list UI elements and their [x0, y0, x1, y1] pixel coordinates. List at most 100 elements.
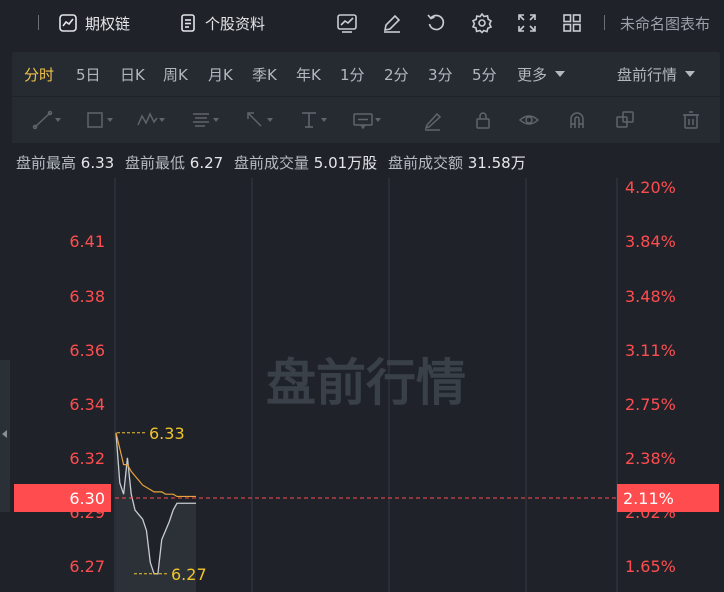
lock-icon [476, 112, 490, 129]
brush-tool[interactable] [422, 108, 458, 132]
period-tab-intraday[interactable]: 分时 [24, 64, 54, 85]
text-tool[interactable] [298, 108, 334, 132]
period-bar: 分时 5日 日K 周K 月K 季K 年K 1分 2分 3分 5分 更多 盘前行情 [12, 52, 720, 96]
percent-tick-label: 3.84% [625, 232, 676, 251]
high-marker-label: 6.33 [149, 424, 185, 443]
chevron-down-icon [267, 118, 273, 122]
grid-layout-icon [563, 14, 581, 32]
price-axis: 6.416.386.366.346.326.296.27 [69, 232, 105, 576]
draw-button[interactable] [380, 11, 404, 35]
toolbar-divider [38, 15, 39, 30]
arrow-icon [247, 112, 262, 127]
premarket-low-value: 6.27 [189, 154, 224, 172]
chevron-down-icon [55, 118, 61, 122]
reset-button[interactable] [424, 11, 448, 35]
premarket-stats: 盘前最高 6.33 盘前最低 6.27 盘前成交量 5.01万股 盘前成交额 3… [16, 152, 532, 173]
premarket-turnover-value: 31.58万 [467, 154, 526, 172]
price-tick-label: 6.34 [69, 395, 105, 414]
period-tab-monthly[interactable]: 月K [208, 64, 233, 85]
chevron-down-icon [321, 118, 327, 122]
annotation-tool[interactable] [352, 108, 388, 132]
rectangle-tool[interactable] [84, 108, 120, 132]
intraday-chart[interactable]: 盘前行情 6.416.386.366.346.326.296.27 4.20%3… [0, 178, 724, 592]
period-tab-3min[interactable]: 3分 [428, 64, 453, 85]
price-tick-label: 6.27 [69, 557, 105, 576]
period-tab-5day[interactable]: 5日 [76, 64, 101, 85]
zigzag-icon [137, 112, 158, 126]
price-note-icon [353, 113, 373, 130]
brush-icon [424, 112, 442, 131]
chevron-down-icon [555, 71, 566, 77]
period-tab-weekly[interactable]: 周K [163, 64, 188, 85]
current-percent-value: 2.11% [623, 489, 674, 508]
chart-watermark: 盘前行情 [266, 354, 466, 412]
chevron-left-icon [2, 430, 7, 438]
chevron-down-icon [685, 71, 696, 77]
drawing-toolbar [12, 97, 720, 143]
period-tab-quarterly[interactable]: 季K [252, 64, 277, 85]
eye-icon [518, 115, 540, 125]
options-chain-button[interactable]: 期权链 [58, 10, 130, 36]
magnet-icon [570, 112, 584, 128]
percent-tick-label: 4.20% [625, 178, 676, 197]
period-tab-yearly[interactable]: 年K [296, 64, 321, 85]
arrow-tool[interactable] [244, 108, 280, 132]
chart-layout-name[interactable]: 未命名图表布 [620, 13, 724, 34]
premarket-high-value: 6.33 [80, 154, 115, 172]
layout-button[interactable] [560, 11, 584, 35]
chevron-down-icon [107, 118, 113, 122]
copy-icon [616, 111, 634, 128]
period-tab-5min[interactable]: 5分 [472, 64, 497, 85]
more-periods-label: 更多 [517, 66, 548, 84]
chevron-down-icon [159, 118, 165, 122]
text-icon [302, 112, 316, 128]
top-toolbar: 期权链 个股资料 未命名图表布 [0, 0, 724, 46]
gear-icon [471, 12, 493, 34]
period-tab-daily[interactable]: 日K [120, 64, 145, 85]
left-panel-toggle[interactable] [0, 360, 10, 512]
rectangle-icon [87, 112, 103, 128]
more-periods-dropdown[interactable]: 更多 [517, 64, 566, 85]
percent-tick-label: 3.48% [625, 287, 676, 306]
delete-tool[interactable] [680, 108, 716, 132]
wave-tool[interactable] [136, 108, 172, 132]
price-tick-label: 6.38 [69, 287, 105, 306]
period-tab-2min[interactable]: 2分 [384, 64, 409, 85]
options-chain-icon [59, 14, 77, 32]
price-tick-label: 6.32 [69, 449, 105, 468]
visibility-tool[interactable] [518, 108, 554, 132]
premarket-high-label: 盘前最高 [16, 154, 77, 172]
refresh-icon [427, 14, 445, 31]
lock-tool[interactable] [472, 108, 508, 132]
premarket-turnover-label: 盘前成交额 [387, 154, 463, 172]
document-icon [181, 14, 195, 32]
fullscreen-button[interactable] [515, 11, 539, 35]
toolbar-divider [604, 15, 605, 30]
trend-line-icon [32, 110, 53, 130]
percent-axis: 4.20%3.84%3.48%3.11%2.75%2.38%2.02%1.65% [625, 178, 676, 576]
stock-profile-label: 个股资料 [205, 14, 266, 33]
stock-profile-button[interactable]: 个股资料 [178, 10, 265, 36]
trend-line-tool[interactable] [32, 108, 68, 132]
settings-button[interactable] [470, 11, 494, 35]
indicator-icon [337, 14, 357, 33]
magnet-tool[interactable] [566, 108, 602, 132]
current-price-value: 6.30 [69, 489, 105, 508]
trash-icon [683, 111, 699, 129]
price-tick-label: 6.41 [69, 232, 105, 251]
price-tick-label: 6.36 [69, 341, 105, 360]
premarket-low-label: 盘前最低 [124, 154, 185, 172]
percent-tick-label: 2.38% [625, 449, 676, 468]
chevron-down-icon [375, 118, 381, 122]
fibonacci-tool[interactable] [190, 108, 226, 132]
edit-pen-icon [383, 14, 401, 33]
period-tab-1min[interactable]: 1分 [340, 64, 365, 85]
session-dropdown[interactable]: 盘前行情 [617, 64, 696, 85]
percent-tick-label: 2.75% [625, 395, 676, 414]
percent-tick-label: 1.65% [625, 557, 676, 576]
indicator-button[interactable] [335, 11, 359, 35]
low-marker-label: 6.27 [171, 565, 207, 584]
copy-tool[interactable] [614, 108, 650, 132]
premarket-volume-label: 盘前成交量 [233, 154, 309, 172]
premarket-volume-value: 5.01万股 [313, 154, 378, 172]
